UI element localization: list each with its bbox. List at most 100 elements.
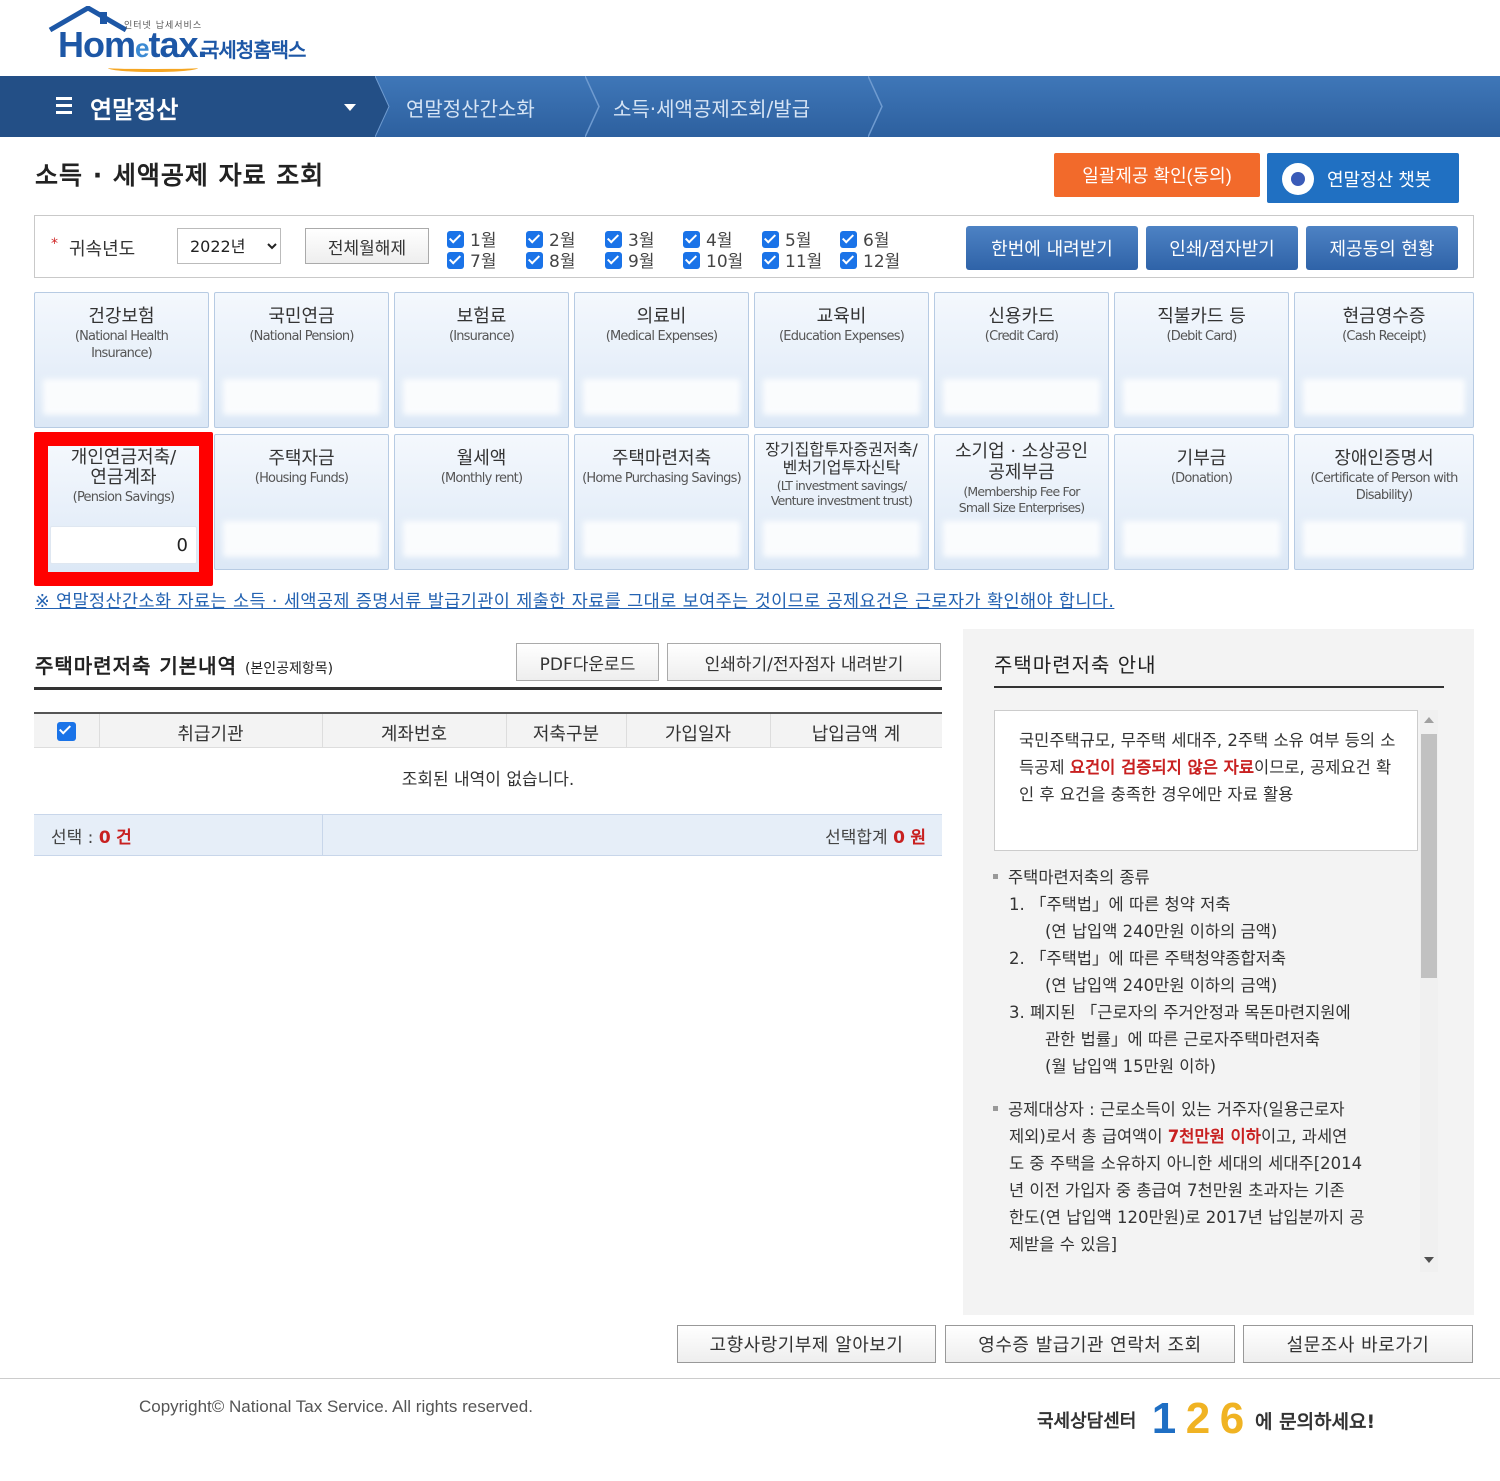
category-tile-monthly-rent[interactable]: 월세액 (Monthly rent) <box>394 434 569 570</box>
guide-target-line-6: 제받을 수 있음] <box>1009 1235 1118 1254</box>
scroll-down-icon[interactable] <box>1424 1257 1434 1263</box>
year-select[interactable]: 2022년 <box>177 228 281 264</box>
category-tile-home-purchasing-savings[interactable]: 주택마련저축 (Home Purchasing Savings) <box>574 434 749 570</box>
breadcrumb-item-simplified[interactable]: 연말정산간소화 <box>406 93 535 122</box>
clear-all-months-button[interactable]: 전체월해제 <box>305 228 429 264</box>
survey-button[interactable]: 설문조사 바로가기 <box>1243 1325 1473 1363</box>
category-tile-medical[interactable]: 의료비 (Medical Expenses) <box>574 292 749 428</box>
category-tile-small-enterprise[interactable]: 소기업 · 소상공인 공제부금 (Membership Fee For Small… <box>934 434 1109 570</box>
category-tile-insurance[interactable]: 보험료 (Insurance) <box>394 292 569 428</box>
month-checkbox-12[interactable]: 12월 <box>840 247 900 272</box>
call-number-digit: 1 <box>1151 1394 1177 1443</box>
logo-swoosh <box>108 64 198 72</box>
checkbox-checked-icon <box>683 231 700 248</box>
call-number-digit: 6 <box>1219 1394 1245 1443</box>
guide-target-line-5: 한도(연 납입액 120만원)로 2017년 납입분까지 공 <box>1009 1208 1365 1227</box>
category-tile-education[interactable]: 교육비 (Education Expenses) <box>754 292 929 428</box>
guide-type-1-note: (연 납입액 240만원 이하의 금액) <box>1045 922 1278 941</box>
guide-scrollbar[interactable] <box>1420 710 1438 1272</box>
empty-table-message: 조회된 내역이 없습니다. <box>401 770 575 790</box>
filter-panel: * 귀속년도 2022년 전체월해제 1월 2월 3월 4월 5월 6월 7월 … <box>34 215 1474 278</box>
category-amount-blurred <box>583 521 740 557</box>
month-checkbox-9[interactable]: 9월 <box>605 247 654 272</box>
checkbox-checked-icon <box>605 231 622 248</box>
category-amount-blurred <box>583 379 740 415</box>
consent-status-button[interactable]: 제공동의 현황 <box>1306 226 1458 270</box>
guide-target-line-4: 년 이전 가입자 중 총급여 7천만원 초과자는 기존 <box>1009 1181 1345 1200</box>
checkbox-checked-icon <box>840 231 857 248</box>
receipt-contact-button[interactable]: 영수증 발급기관 연락처 조회 <box>945 1325 1235 1363</box>
category-amount-blurred <box>943 521 1100 557</box>
section-subtitle: (본인공제항목) <box>244 661 334 677</box>
category-tile-debit-card[interactable]: 직불카드 등 (Debit Card) <box>1114 292 1289 428</box>
hometown-donation-button[interactable]: 고향사랑기부제 알아보기 <box>677 1325 936 1363</box>
checkbox-checked-icon <box>447 252 464 269</box>
month-checkbox-7[interactable]: 7월 <box>447 247 496 272</box>
scroll-up-icon[interactable] <box>1424 717 1434 723</box>
year-label: 귀속년도 <box>69 239 136 260</box>
pdf-download-button[interactable]: PDF다운로드 <box>516 643 659 681</box>
checkbox-checked-icon <box>526 252 543 269</box>
category-amount-blurred <box>223 521 380 557</box>
category-tile-lt-investment[interactable]: 장기집합투자증권저축/ 벤처기업투자신탁 (LT investment savin… <box>754 434 929 570</box>
main-menu-label: 연말정산 <box>90 96 179 124</box>
category-tile-cash-receipt[interactable]: 현금영수증 (Cash Receipt) <box>1294 292 1474 428</box>
footer-divider <box>0 1378 1500 1379</box>
category-tile-national-pension[interactable]: 국민연금 (National Pension) <box>214 292 389 428</box>
guide-title: 주택마련저축 안내 <box>994 653 1157 677</box>
selected-total: 선택합계 0 원 <box>825 828 926 848</box>
guide-type-3-note: (월 납입액 15만원 이하) <box>1045 1057 1217 1076</box>
breadcrumb-separator-icon <box>585 76 600 137</box>
section-divider <box>34 687 942 690</box>
category-amount-blurred <box>763 379 920 415</box>
scrollbar-thumb[interactable] <box>1421 734 1437 978</box>
checkbox-checked-icon <box>605 252 622 269</box>
breadcrumb-separator-icon <box>375 76 390 137</box>
chatbot-icon <box>1282 163 1314 195</box>
month-checkbox-11[interactable]: 11월 <box>762 247 822 272</box>
category-amount-blurred <box>403 521 560 557</box>
category-amount-blurred <box>1123 521 1280 557</box>
guide-type-3: 3. 폐지된 「근로자의 주거안정과 목돈마련지원에 <box>1009 1003 1351 1022</box>
main-menu-dropdown[interactable]: 연말정산 <box>0 76 375 137</box>
pension-savings-amount: 0 <box>50 526 197 564</box>
print-download-button[interactable]: 인쇄하기/전자점자 내려받기 <box>667 643 941 681</box>
deduction-notice-link[interactable]: ※ 연말정산간소화 자료는 소득 · 세액공제 증명서류 발급기관이 제출한 자… <box>35 588 1114 613</box>
bulk-consent-button[interactable]: 일괄제공 확인(동의) <box>1054 153 1260 197</box>
download-all-button[interactable]: 한번에 내려받기 <box>966 226 1138 270</box>
breadcrumb-separator-icon <box>868 76 883 137</box>
category-amount-blurred <box>943 379 1100 415</box>
selection-summary: 선택 : 0 건 선택합계 0 원 <box>34 814 942 856</box>
category-tile-pension-savings[interactable]: 개인연금저축/ 연금계좌 (Pension Savings) 0 <box>34 432 213 586</box>
guide-type-2: 2. 「주택법」에 따른 주택청약종합저축 <box>1009 949 1286 968</box>
guide-warning-box: 국민주택규모, 무주택 세대주, 2주택 소유 여부 등의 소득공제 요건이 검… <box>994 710 1418 851</box>
category-tile-disability[interactable]: 장애인증명서 (Certificate of Person with Disabi… <box>1294 434 1474 570</box>
breadcrumb-item-deduction[interactable]: 소득·세액공제조회/발급 <box>613 93 810 122</box>
call-center-label: 국세상담센터 <box>1037 1411 1137 1432</box>
category-tile-housing-funds[interactable]: 주택자금 (Housing Funds) <box>214 434 389 570</box>
selected-count: 선택 : 0 건 <box>51 828 132 848</box>
month-checkbox-10[interactable]: 10월 <box>683 247 743 272</box>
hamburger-menu-icon[interactable] <box>56 97 72 114</box>
page-title: 소득 · 세액공제 자료 조회 <box>35 161 325 190</box>
category-tile-health-insurance[interactable]: 건강보험 (National Health Insurance) <box>34 292 209 428</box>
required-asterisk: * <box>51 236 58 252</box>
select-all-checkbox[interactable] <box>57 722 76 741</box>
category-tile-credit-card[interactable]: 신용카드 (Credit Card) <box>934 292 1109 428</box>
guide-type-3-cont: 관한 법률」에 따른 근로자주택마련저축 <box>1045 1030 1321 1049</box>
month-checkbox-8[interactable]: 8월 <box>526 247 575 272</box>
call-center-ask: 에 문의하세요! <box>1255 1411 1376 1433</box>
checkbox-checked-icon <box>447 231 464 248</box>
checkbox-checked-icon <box>762 231 779 248</box>
category-tile-donation[interactable]: 기부금 (Donation) <box>1114 434 1289 570</box>
copyright: Copyright© National Tax Service. All rig… <box>139 1397 533 1416</box>
column-header-account: 계좌번호 <box>380 724 448 745</box>
category-amount-blurred <box>43 379 200 415</box>
category-amount-blurred <box>763 521 920 557</box>
print-braille-button[interactable]: 인쇄/점자받기 <box>1146 226 1298 270</box>
category-amount-blurred <box>1123 379 1280 415</box>
chatbot-button[interactable]: 연말정산 챗봇 <box>1267 153 1459 203</box>
table-header: 취급기관 계좌번호 저축구분 가입일자 납입금액 계 <box>34 712 942 748</box>
category-amount-blurred <box>403 379 560 415</box>
hometax-logo[interactable]: 인터넷 납세서비스 Hometax. 국세청홈택스 <box>48 6 348 72</box>
